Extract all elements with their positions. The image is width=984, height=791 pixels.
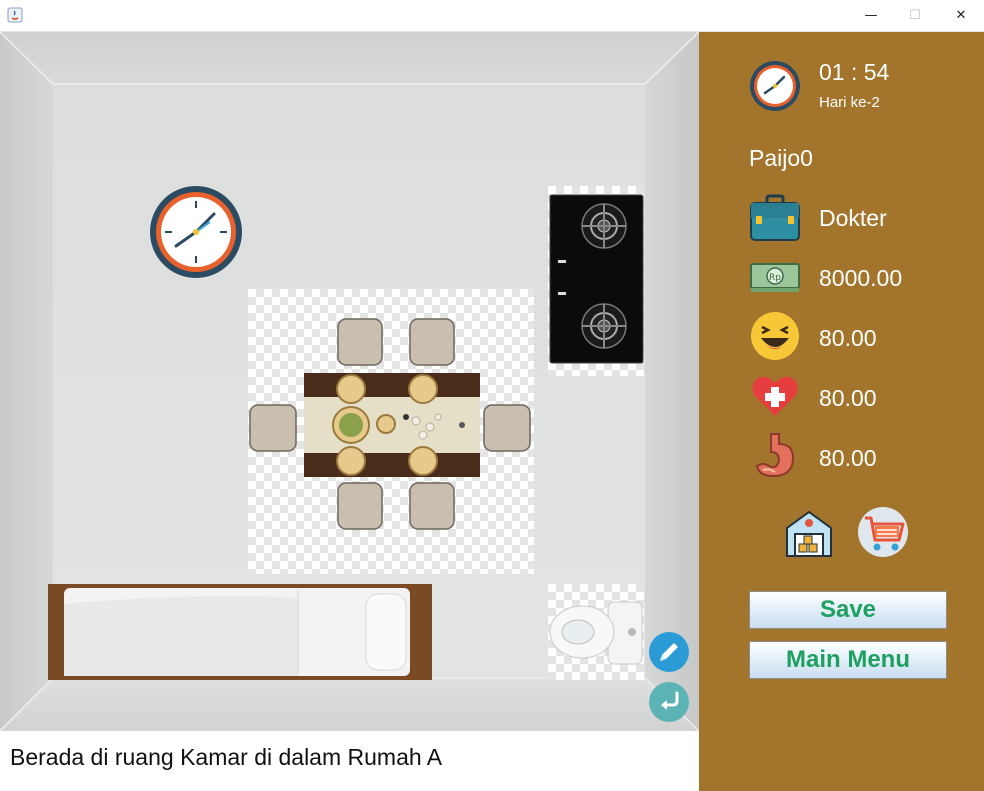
wall-clock-icon[interactable] xyxy=(148,184,244,280)
svg-text:Rp: Rp xyxy=(769,273,781,283)
player-name: Paijo0 xyxy=(749,145,813,171)
health-heart-icon xyxy=(752,376,798,416)
maximize-button[interactable]: ☐ xyxy=(892,0,938,31)
bed-object[interactable] xyxy=(48,584,432,680)
happy-face-icon xyxy=(751,312,799,360)
main-menu-button[interactable]: Main Menu xyxy=(749,641,947,679)
edit-pencil-icon[interactable] xyxy=(648,631,690,673)
clock-icon xyxy=(750,61,800,111)
shopping-cart-icon[interactable] xyxy=(857,506,909,558)
close-button[interactable]: ✕ xyxy=(938,0,984,31)
window-titlebar: — ☐ ✕ xyxy=(0,0,984,32)
stove-object[interactable] xyxy=(548,186,644,376)
location-status-text: Berada di ruang Kamar di dalam Rumah A xyxy=(10,744,443,770)
room-view xyxy=(0,32,699,731)
java-app-icon xyxy=(7,7,23,23)
game-time: 01 : 54 xyxy=(819,59,890,85)
health-value: 80.00 xyxy=(819,385,877,411)
game-day: Hari ke-2 xyxy=(819,94,880,111)
minimize-button[interactable]: — xyxy=(848,0,894,31)
dining-table-object[interactable] xyxy=(248,289,534,574)
toilet-object[interactable] xyxy=(548,584,644,680)
stomach-icon xyxy=(755,433,795,478)
briefcase-icon xyxy=(750,194,800,241)
hunger-value: 80.00 xyxy=(819,445,877,471)
happiness-value: 80.00 xyxy=(819,325,877,351)
job-value: Dokter xyxy=(819,205,887,231)
save-button[interactable]: Save xyxy=(749,591,947,629)
money-icon: Rp xyxy=(750,263,800,292)
status-panel: 01 : 54 Hari ke-2 Paijo0 Dokter Rp 8000.… xyxy=(699,32,984,791)
money-value: 8000.00 xyxy=(819,265,903,291)
back-arrow-icon[interactable] xyxy=(648,681,690,723)
status-bar: Berada di ruang Kamar di dalam Rumah A xyxy=(0,731,699,791)
warehouse-icon[interactable] xyxy=(783,506,835,558)
